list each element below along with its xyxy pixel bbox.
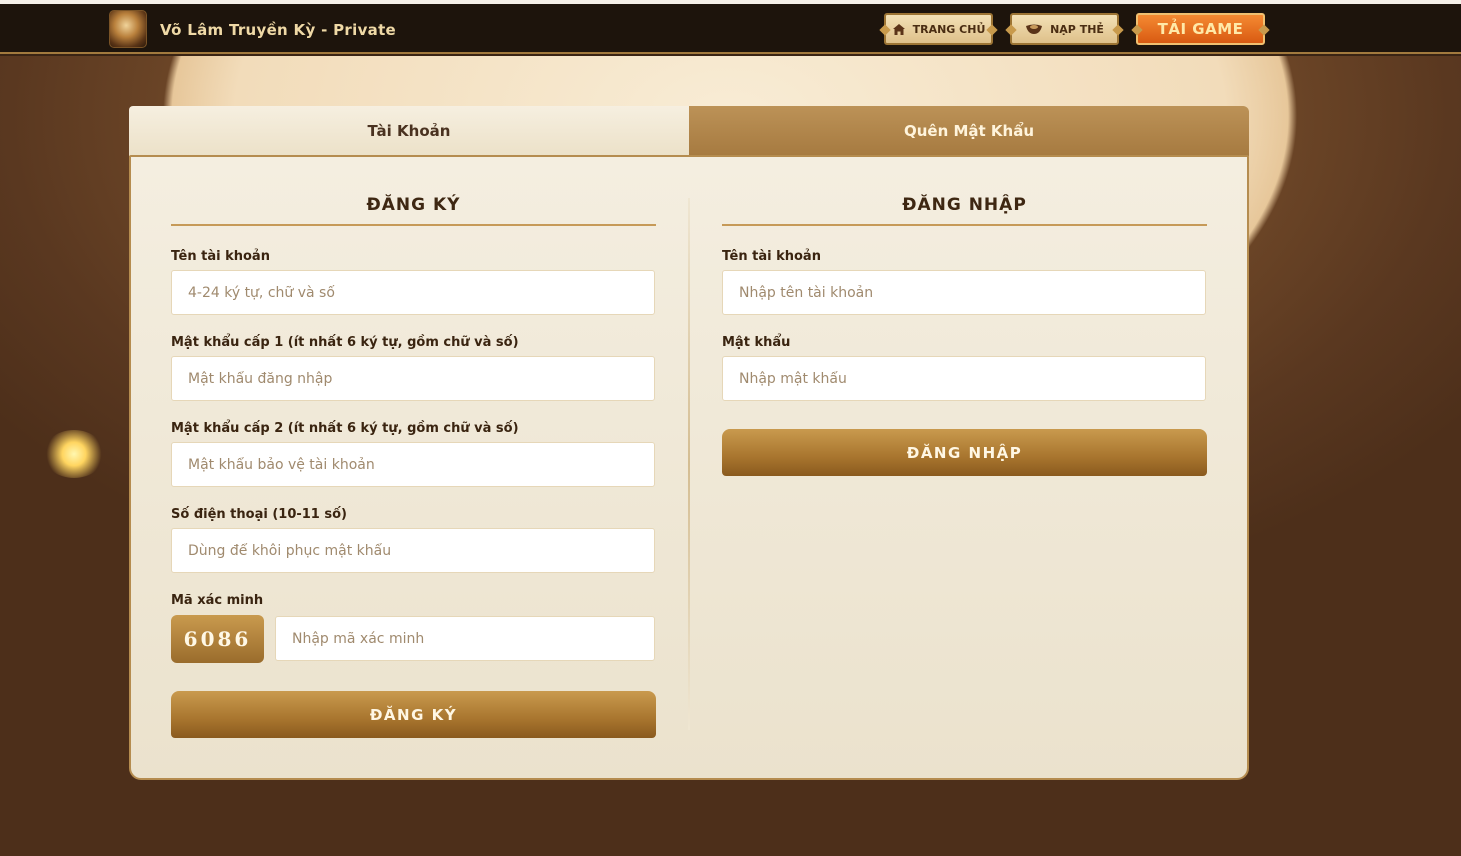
ingot-icon [1026,24,1043,34]
ornament-icon [879,24,891,36]
download-game-button[interactable]: TẢI GAME [1131,13,1270,45]
ornament-icon [1112,24,1124,36]
tab-forgot-password[interactable]: Quên Mật Khẩu [689,106,1249,156]
register-title: ĐĂNG KÝ [366,195,461,215]
nav-topup-button[interactable]: NẠP THẺ [1005,13,1124,45]
register-captcha-input[interactable] [275,616,655,661]
register-phone-input[interactable] [171,528,655,573]
login-password-input[interactable] [722,356,1206,401]
ornament-icon [1131,24,1143,36]
tab-account[interactable]: Tài Khoản [129,106,689,156]
register-phone-label: Số điện thoại (10-11 số) [171,507,347,522]
captcha-code[interactable]: 6086 [171,615,264,663]
register-title-rule [171,224,656,226]
register-password2-label: Mật khẩu cấp 2 (ít nhất 6 ký tự, gồm chữ… [171,421,519,436]
nav-topup-label: NẠP THẺ [1050,22,1104,36]
register-username-input[interactable] [171,270,655,315]
register-captcha-label: Mã xác minh [171,593,264,608]
site-title[interactable]: Võ Lâm Truyền Kỳ - Private [160,21,396,39]
ornament-icon [1005,24,1017,36]
nav-home-button[interactable]: TRANG CHỦ [879,13,998,45]
download-game-label: TẢI GAME [1157,20,1244,38]
login-username-input[interactable] [722,270,1206,315]
column-divider [688,198,690,730]
ornament-icon [986,24,998,36]
header-bar: Võ Lâm Truyền Kỳ - Private TRANG CHỦ NẠP… [0,4,1461,54]
login-title: ĐĂNG NHẬP [902,195,1027,215]
login-button[interactable]: ĐĂNG NHẬP [722,429,1207,476]
ornament-icon [1258,24,1270,36]
login-password-label: Mật khẩu [722,335,791,350]
butterfly-icon [43,430,105,478]
home-icon [892,23,905,35]
register-username-label: Tên tài khoản [171,249,270,264]
register-password1-input[interactable] [171,356,655,401]
register-button[interactable]: ĐĂNG KÝ [171,691,656,738]
nav-home-label: TRANG CHỦ [912,22,986,36]
login-username-label: Tên tài khoản [722,249,821,264]
register-password1-label: Mật khẩu cấp 1 (ít nhất 6 ký tự, gồm chữ… [171,335,519,350]
game-logo-icon[interactable] [109,10,147,48]
login-title-rule [722,224,1207,226]
register-password2-input[interactable] [171,442,655,487]
